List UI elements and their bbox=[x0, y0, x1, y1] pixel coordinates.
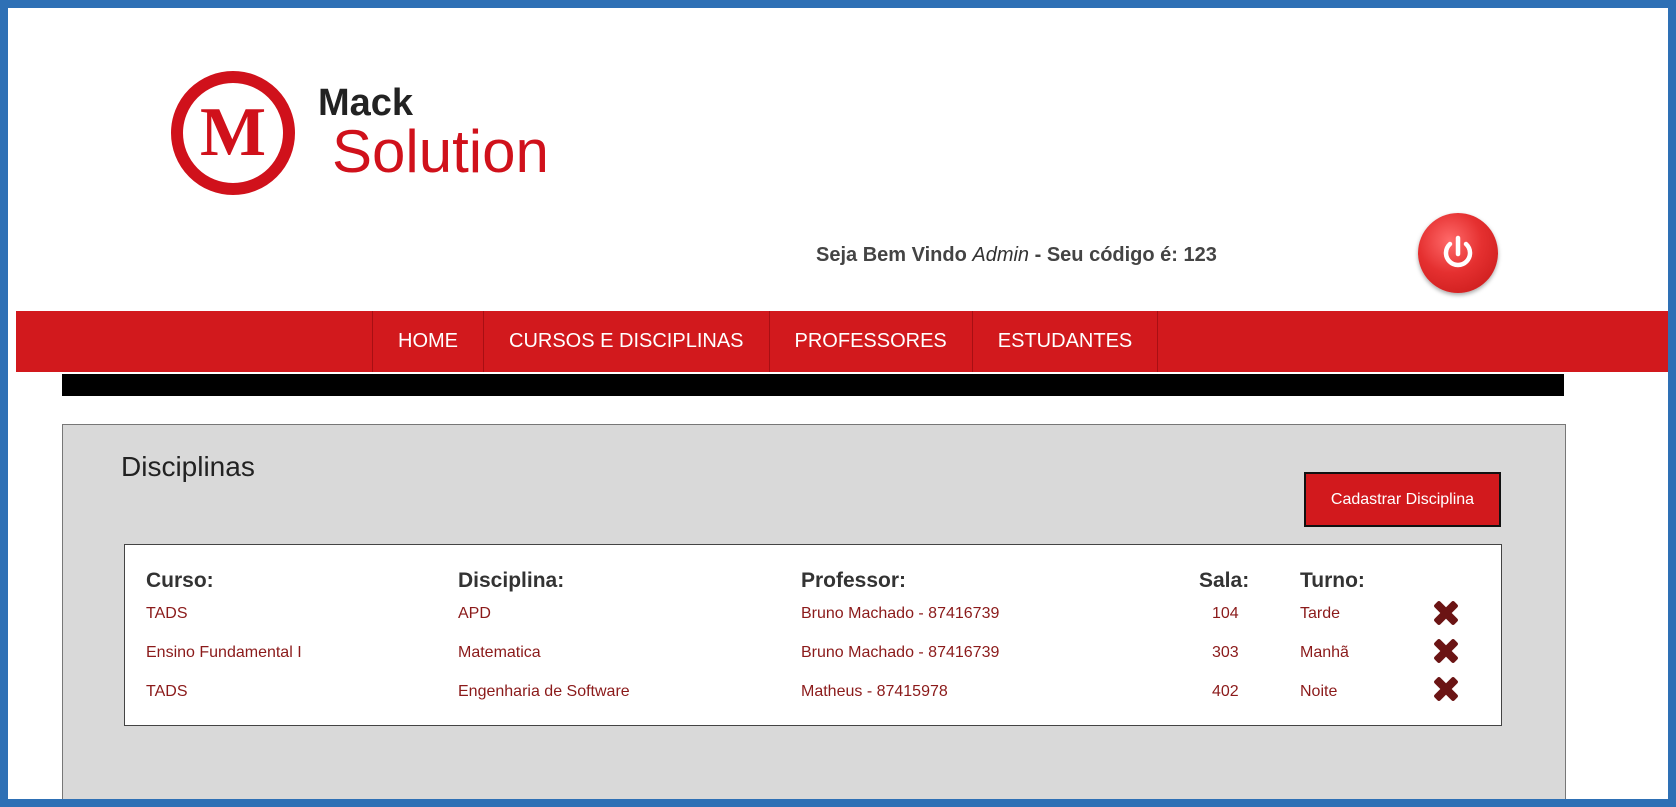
cell-turno: Noite bbox=[1300, 683, 1338, 700]
column-header-disciplina: Disciplina: bbox=[458, 569, 565, 592]
cell-disciplina: Matematica bbox=[458, 644, 541, 661]
delete-row-icon[interactable] bbox=[1434, 601, 1458, 625]
column-header-turno: Turno: bbox=[1300, 569, 1365, 592]
header-divider-bar bbox=[62, 374, 1564, 396]
cell-turno: Manhã bbox=[1300, 644, 1349, 661]
cell-disciplina: APD bbox=[458, 605, 491, 622]
nav-item-professores[interactable]: PROFESSORES bbox=[770, 311, 973, 372]
logo-text-mack: Mack bbox=[318, 82, 414, 124]
nav-item-cursos-disciplinas[interactable]: CURSOS E DISCIPLINAS bbox=[484, 311, 770, 372]
welcome-prefix: Seja Bem Vindo bbox=[816, 244, 973, 266]
cell-disciplina: Engenharia de Software bbox=[458, 683, 630, 700]
cell-professor: Bruno Machado - 87416739 bbox=[801, 644, 1000, 661]
delete-row-icon[interactable] bbox=[1434, 677, 1458, 701]
nav-menu: HOME CURSOS E DISCIPLINAS PROFESSORES ES… bbox=[372, 311, 1159, 372]
cell-professor: Matheus - 87415978 bbox=[801, 683, 948, 700]
logo-letter: M bbox=[199, 94, 267, 171]
app-frame: M Mack Solution Seja Bem Vindo Admin - S… bbox=[0, 0, 1676, 807]
welcome-suffix: - Seu código é: 123 bbox=[1029, 244, 1217, 266]
cell-curso: Ensino Fundamental I bbox=[146, 644, 302, 661]
nav-item-estudantes[interactable]: ESTUDANTES bbox=[973, 311, 1159, 372]
power-icon bbox=[1443, 235, 1473, 268]
disciplinas-table: Curso: Disciplina: Professor: Sala: Turn… bbox=[124, 544, 1502, 726]
cell-turno: Tarde bbox=[1300, 605, 1341, 622]
cell-sala: 303 bbox=[1212, 644, 1239, 661]
nav-item-home[interactable]: HOME bbox=[372, 311, 484, 372]
delete-row-icon[interactable] bbox=[1434, 639, 1458, 663]
column-header-professor: Professor: bbox=[801, 569, 907, 592]
cell-sala: 104 bbox=[1212, 605, 1239, 622]
cell-professor: Bruno Machado - 87416739 bbox=[801, 605, 1000, 622]
main-navbar: HOME CURSOS E DISCIPLINAS PROFESSORES ES… bbox=[16, 311, 1668, 372]
column-header-curso: Curso: bbox=[146, 569, 214, 592]
cell-curso: TADS bbox=[146, 683, 188, 700]
logout-button[interactable] bbox=[1418, 213, 1498, 293]
column-header-sala: Sala: bbox=[1199, 569, 1250, 592]
page-title: Disciplinas bbox=[121, 451, 255, 482]
logo-text-solution: Solution bbox=[332, 118, 549, 185]
cell-sala: 402 bbox=[1212, 683, 1239, 700]
cadastrar-disciplina-button[interactable]: Cadastrar Disciplina bbox=[1304, 472, 1501, 527]
disciplinas-panel: Disciplinas Cadastrar Disciplina Curso: … bbox=[62, 424, 1566, 799]
cell-curso: TADS bbox=[146, 605, 188, 622]
welcome-message: Seja Bem Vindo Admin - Seu código é: 123 bbox=[816, 244, 1217, 267]
welcome-username: Admin bbox=[972, 244, 1030, 266]
